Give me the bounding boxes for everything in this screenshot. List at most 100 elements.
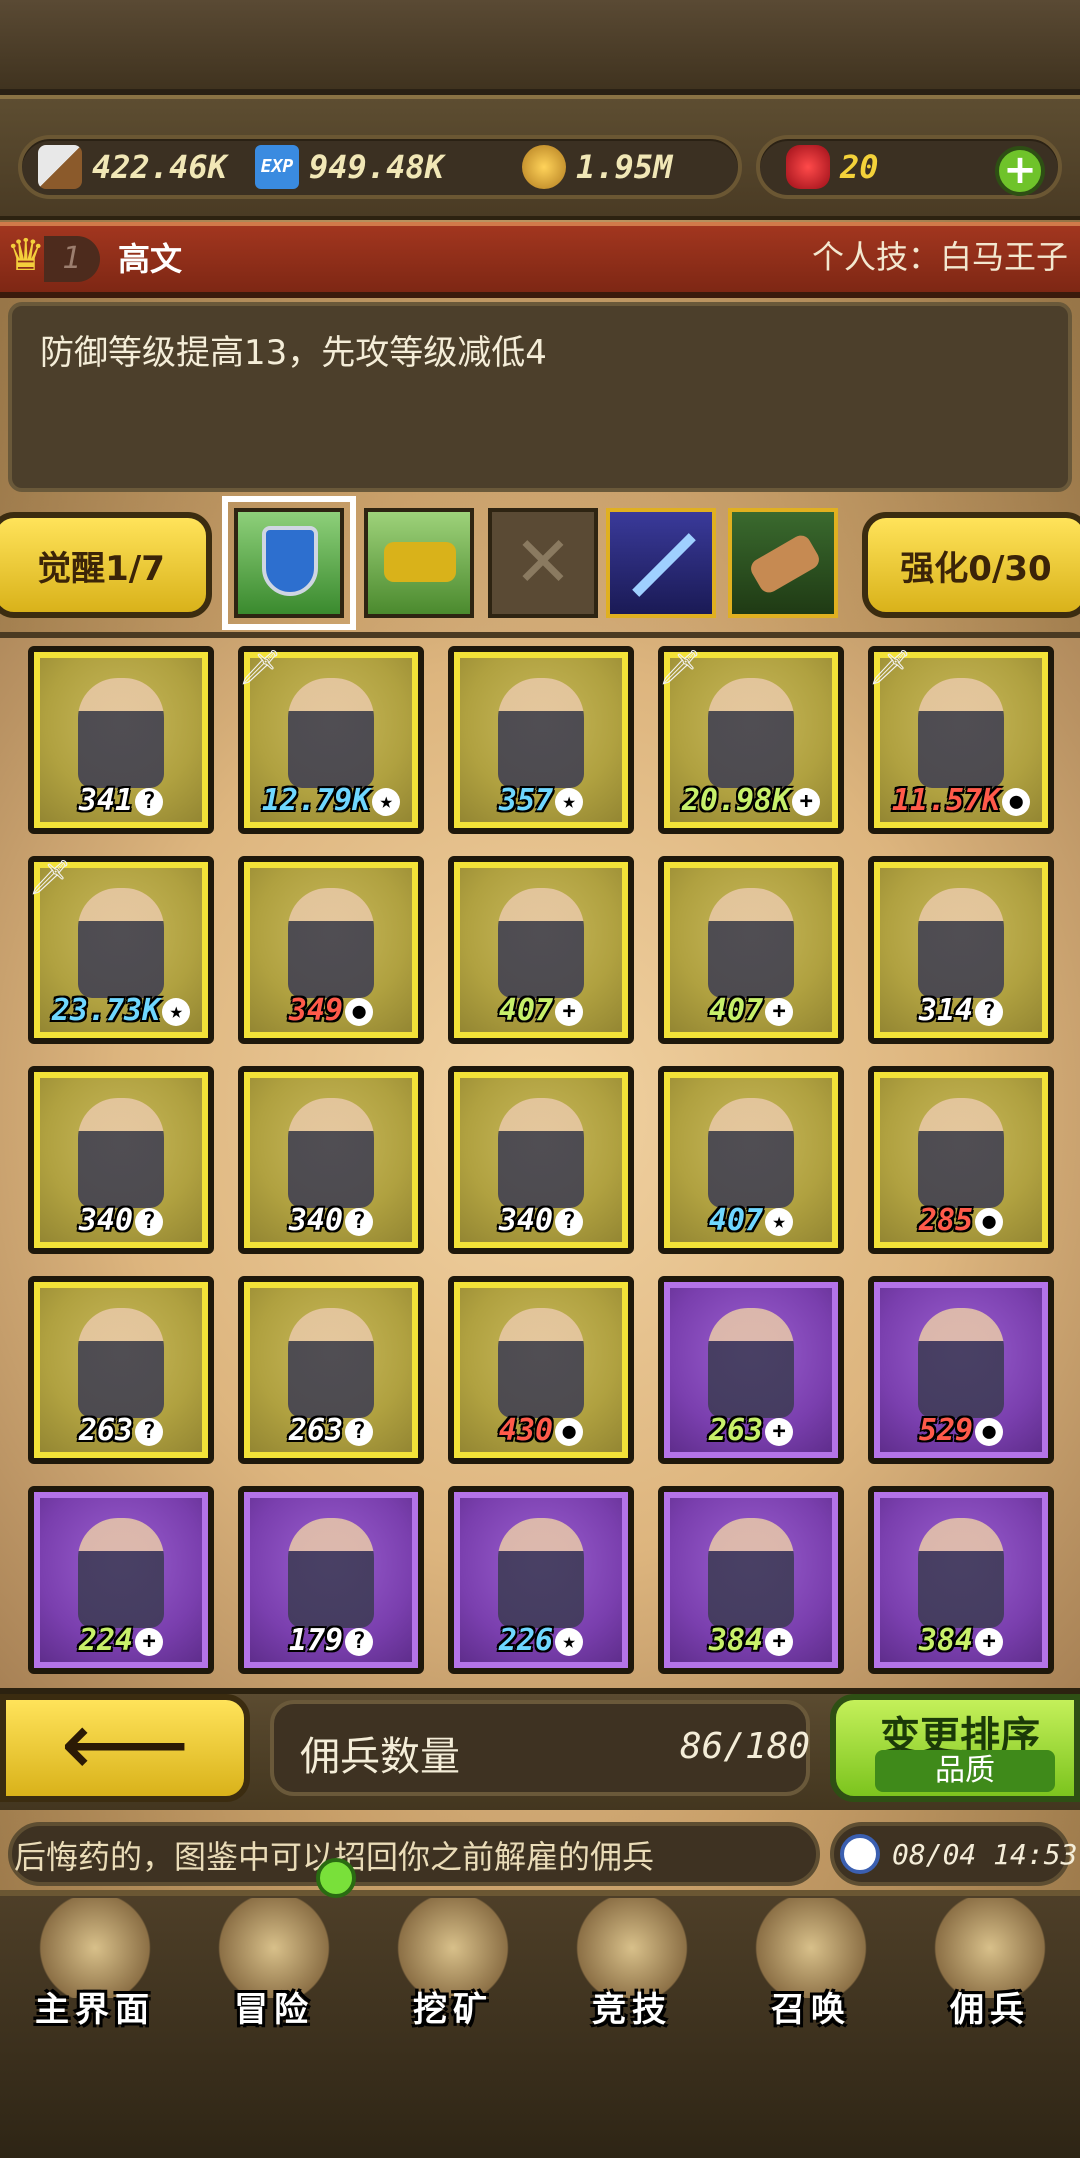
class-badge-icon: ● [1002, 788, 1031, 816]
mercenary-power: 179? [244, 1623, 418, 1658]
mercenary-card[interactable]: 407 + [448, 856, 634, 1044]
mercenary-card[interactable]: 430 ● [448, 1276, 634, 1464]
class-badge-icon: ? [135, 1208, 164, 1236]
scroll-icon [747, 531, 823, 597]
back-button[interactable]: ⟵ [0, 1694, 250, 1802]
mercenary-portrait [498, 1098, 584, 1208]
mercenary-portrait [708, 678, 794, 788]
nav-label: 挖矿 [413, 1990, 493, 2030]
nav-label: 竞技 [592, 1990, 672, 2030]
mercenary-portrait [918, 1308, 1004, 1418]
hero-skill: 个人技：白马王子 [811, 238, 1068, 276]
awaken-button[interactable]: 觉醒1/7 [0, 512, 212, 618]
mercenary-card[interactable]: 🗡 20.98K + [658, 646, 844, 834]
mercenary-card[interactable]: 407 + [658, 856, 844, 1044]
nav-label: 召唤 [771, 1990, 851, 2030]
mercenary-card[interactable]: 314? [868, 856, 1054, 1044]
mercenary-portrait [288, 1518, 374, 1628]
mercenary-power: 407 + [664, 993, 838, 1028]
enhance-button[interactable]: 强化0/30 [862, 512, 1080, 618]
scroll-skill[interactable] [728, 508, 838, 618]
gem-value: 20 [840, 148, 879, 186]
mercenary-card[interactable]: 349 ● [238, 856, 424, 1044]
mercenary-count-label: 佣兵数量 [300, 1734, 460, 1780]
gold-resource: 1.95M [522, 142, 672, 192]
mercenary-card[interactable]: 340? [238, 1066, 424, 1254]
mercenary-portrait [708, 1518, 794, 1628]
mercenary-card[interactable]: 285 ● [868, 1066, 1054, 1254]
mercenary-power: 349 ● [244, 993, 418, 1028]
mercenary-power: 340? [454, 1203, 628, 1238]
mercenary-power: 263? [244, 1413, 418, 1448]
mercenary-power: 314? [874, 993, 1048, 1028]
class-badge-icon: ? [345, 1628, 374, 1656]
mercenary-card[interactable]: 384 + [658, 1486, 844, 1674]
mercenary-portrait [918, 1098, 1004, 1208]
mercenary-power: 341? [34, 783, 208, 818]
mercenary-card[interactable]: 340? [448, 1066, 634, 1254]
mercenary-card[interactable]: 529 ● [868, 1276, 1054, 1464]
mercenary-power: 340? [34, 1203, 208, 1238]
mercenary-power-value: 407 [708, 1203, 764, 1238]
mercenary-power-value: 285 [918, 1203, 974, 1238]
mercenary-portrait [708, 1098, 794, 1208]
nav-item[interactable]: 佣兵 [901, 1890, 1079, 2040]
handshake-skill[interactable] [364, 508, 474, 618]
mercenary-portrait [498, 888, 584, 998]
nav-label: 佣兵 [950, 1990, 1030, 2030]
hero-name: 高文 [118, 240, 183, 278]
awaken-label: 觉醒1/7 [37, 548, 165, 589]
close-icon: ✕ [513, 521, 573, 603]
mercenary-card[interactable]: 340? [28, 1066, 214, 1254]
mercenary-card[interactable]: 357 ★ [448, 646, 634, 834]
mercenary-power-value: 340 [78, 1203, 134, 1238]
class-badge-icon: ? [975, 998, 1004, 1026]
mercenary-card[interactable]: 263? [238, 1276, 424, 1464]
mercenary-power: 224 + [34, 1623, 208, 1658]
mercenary-power: 357 ★ [454, 783, 628, 818]
nav-item[interactable]: 主界面 [6, 1890, 184, 2040]
shield-up-skill[interactable] [222, 496, 356, 630]
nav-item[interactable]: 竞技 [543, 1890, 721, 2040]
mercenary-card[interactable]: 263 + [658, 1276, 844, 1464]
mercenary-power-value: 12.79K [261, 783, 371, 818]
mercenary-power: 407 ★ [664, 1203, 838, 1238]
mercenary-power-value: 340 [288, 1203, 344, 1238]
class-badge-icon: ? [555, 1208, 584, 1236]
mercenary-card[interactable]: 226 ★ [448, 1486, 634, 1674]
back-arrow-icon: ⟵ [60, 1692, 190, 1797]
nav-label: 主界面 [35, 1990, 155, 2030]
mercenary-card[interactable]: 🗡 23.73K ★ [28, 856, 214, 1044]
mercenary-card[interactable]: 384 + [868, 1486, 1054, 1674]
mercenary-power-value: 224 [78, 1623, 134, 1658]
sort-mode: 品质 [875, 1750, 1055, 1792]
clock-time: 08/04 14:53 [892, 1838, 1078, 1871]
class-badge-icon: ? [135, 788, 164, 816]
mercenary-card[interactable]: 263? [28, 1276, 214, 1464]
mercenary-card[interactable]: 🗡 11.57K ● [868, 646, 1054, 834]
class-badge-icon: + [975, 1628, 1004, 1656]
sword-skill[interactable] [606, 508, 716, 618]
nav-item[interactable]: 挖矿 [364, 1890, 542, 2040]
mercenary-portrait [288, 1308, 374, 1418]
shield-up-icon [262, 526, 318, 596]
sword-icon [38, 145, 82, 189]
mercenary-power-value: 263 [708, 1413, 764, 1448]
mercenary-card[interactable]: 179? [238, 1486, 424, 1674]
ticker-text: 后悔药的，图鉴中可以招回你之前解雇的佣兵 [14, 1838, 655, 1876]
class-badge-icon: ★ [765, 1208, 794, 1236]
mercenary-power-value: 340 [498, 1203, 554, 1238]
add-gems-button[interactable]: + [995, 146, 1045, 196]
nav-item[interactable]: 冒险 [185, 1890, 363, 2040]
mercenary-power: 384 + [664, 1623, 838, 1658]
blue-sword-icon [632, 533, 696, 597]
nav-item[interactable]: 召唤 [722, 1890, 900, 2040]
mercenary-card[interactable]: 341? [28, 646, 214, 834]
mercenary-card[interactable]: 407 ★ [658, 1066, 844, 1254]
mercenary-portrait [78, 678, 164, 788]
enhance-label: 强化0/30 [900, 548, 1052, 589]
mercenary-card[interactable]: 224 + [28, 1486, 214, 1674]
equipped-sword-icon: 🗡 [868, 648, 912, 688]
mercenary-card[interactable]: 🗡 12.79K ★ [238, 646, 424, 834]
mercenary-power-value: 263 [78, 1413, 134, 1448]
